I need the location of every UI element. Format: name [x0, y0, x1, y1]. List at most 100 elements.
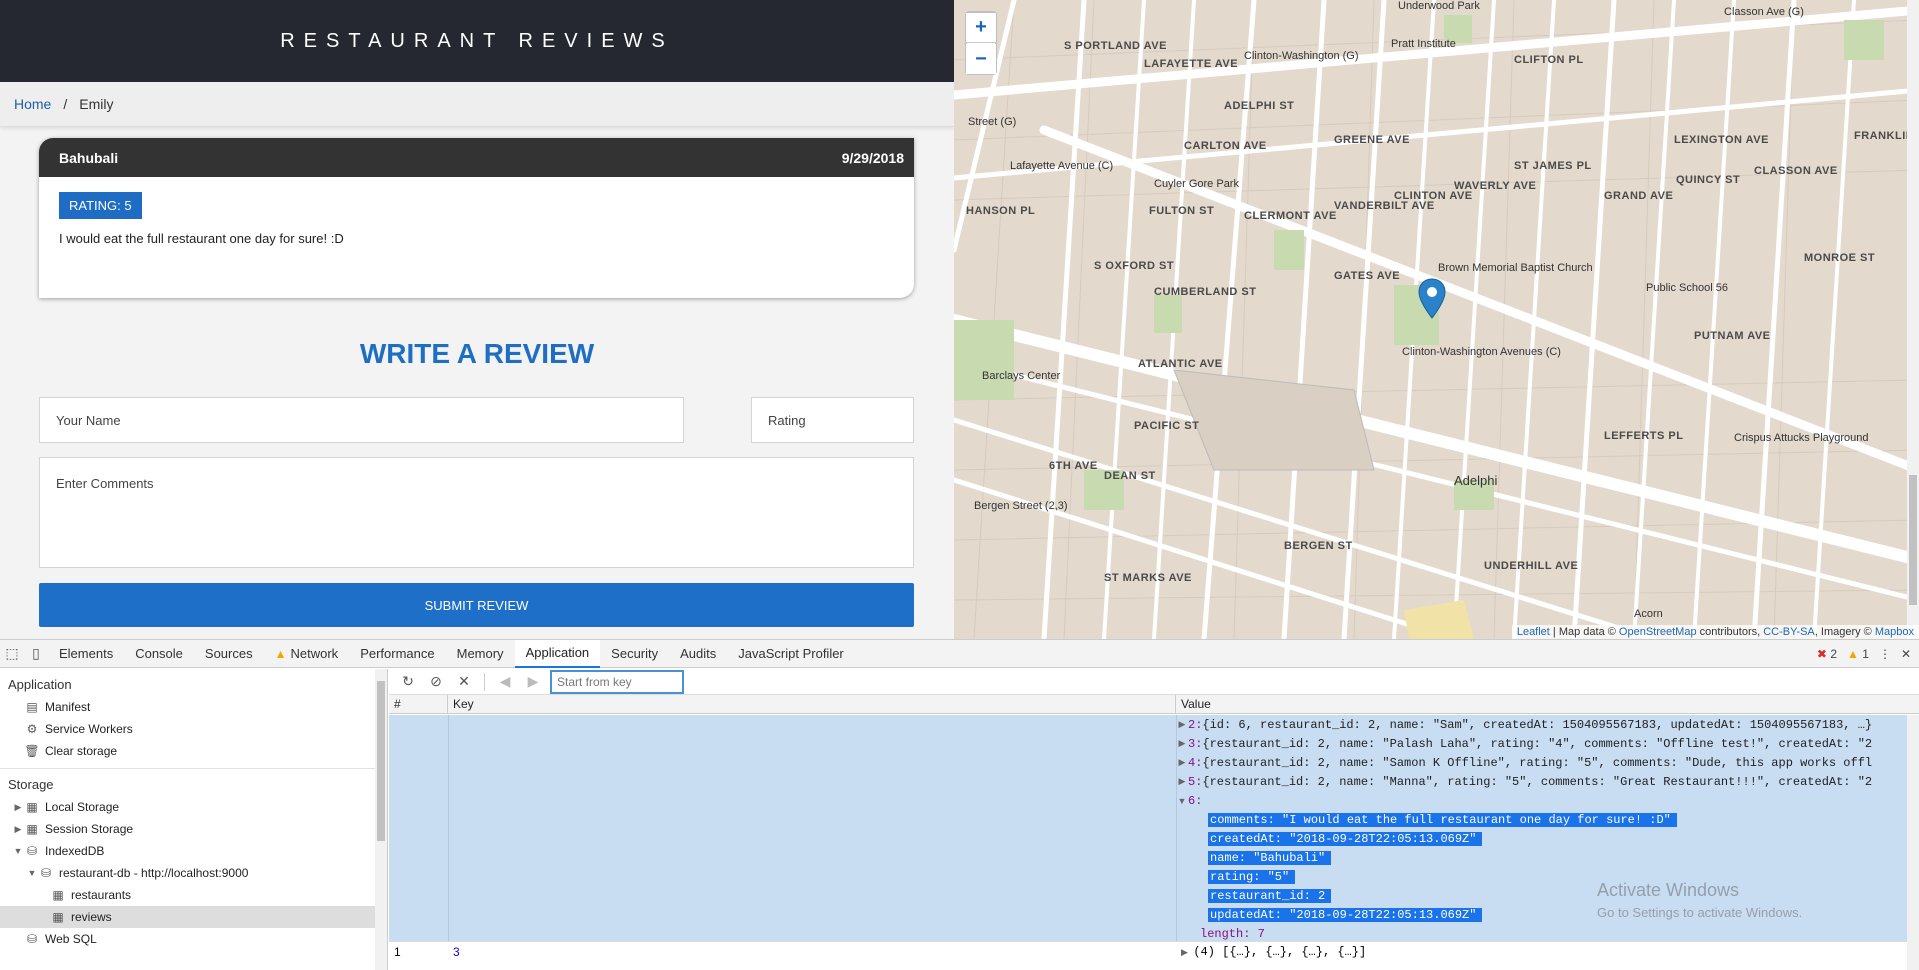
sidebar-item-indexeddb[interactable]: ▼ ⛁ IndexedDB — [0, 840, 387, 862]
tab-audits[interactable]: Audits — [669, 640, 727, 668]
sidebar-scrollbar[interactable] — [375, 669, 387, 970]
device-toolbar-icon[interactable]: ▯ — [24, 640, 48, 668]
tree-item-selected[interactable]: name: "Bahubali" — [1176, 848, 1919, 867]
sidebar-item-manifest[interactable]: ▤ Manifest — [0, 696, 387, 718]
tree-item-selected[interactable]: restaurant_id: 2 — [1176, 886, 1919, 905]
column-divider — [448, 715, 449, 941]
clear-object-store-icon[interactable]: ⊘ — [425, 671, 447, 693]
expand-arrow-icon[interactable]: ▶ — [1181, 948, 1193, 958]
selected-text: comments: "I would eat the full restaura… — [1208, 812, 1677, 827]
inspect-element-icon[interactable]: ⬚ — [0, 640, 24, 668]
tab-javascript-profiler[interactable]: JavaScript Profiler — [727, 640, 854, 668]
tab-sources[interactable]: Sources — [194, 640, 264, 668]
windows-activation-watermark: Activate Windows Go to Settings to activ… — [1597, 880, 1802, 920]
rating-input[interactable]: Rating — [751, 397, 914, 443]
sidebar-item-reviews[interactable]: ▦ reviews — [0, 906, 387, 928]
selected-text: rating: "5" — [1208, 869, 1296, 884]
expand-arrow-icon[interactable]: ▶ — [12, 802, 24, 813]
tree-item-selected[interactable]: updatedAt: "2018-09-28T22:05:13.069Z" — [1176, 905, 1919, 924]
error-count[interactable]: ✖ 2 — [1817, 647, 1837, 661]
sidebar-item-service-workers[interactable]: ⚙ Service Workers — [0, 718, 387, 740]
warning-icon: ▲ — [274, 646, 287, 661]
license-link[interactable]: CC-BY-SA — [1763, 626, 1815, 638]
tree-item[interactable]: ▶ 5: {restaurant_id: 2, name: "Manna", ra… — [1176, 772, 1919, 791]
breadcrumb-home-link[interactable]: Home — [14, 96, 51, 112]
expand-arrow-icon[interactable]: ▶ — [1176, 719, 1188, 730]
attribution-text: | Map data © — [1549, 626, 1619, 638]
scrollbar-thumb[interactable] — [1909, 475, 1917, 605]
tree-item[interactable]: ▶ 3: {restaurant_id: 2, name: "Palash Lah… — [1176, 734, 1919, 753]
more-options-icon[interactable]: ⋮ — [1879, 647, 1891, 661]
tab-security[interactable]: Security — [600, 640, 669, 668]
table-row[interactable]: 1 3 ▶ (4) [{…}, {…}, {…}, {…}] — [389, 941, 1919, 961]
leaflet-link[interactable]: Leaflet — [1517, 626, 1550, 638]
tree-item[interactable]: ▶ 2: {id: 6, restaurant_id: 2, name: "Sam… — [1176, 715, 1919, 734]
watermark-title: Activate Windows — [1597, 880, 1740, 900]
expand-arrow-icon[interactable]: ▶ — [12, 824, 24, 835]
tab-performance[interactable]: Performance — [349, 640, 445, 668]
indexeddb-view: ↻ ⊘ ✕ ◀ ▶ Start from key # Key Value ▶ 2:… — [389, 669, 1919, 970]
refresh-icon[interactable]: ↻ — [397, 671, 419, 693]
submit-review-button[interactable]: SUBMIT REVIEW — [39, 583, 914, 627]
sidebar-item-restaurant-db[interactable]: ▼ ⛁ restaurant-db - http://localhost:9000 — [0, 862, 387, 884]
collapse-arrow-icon[interactable]: ▼ — [26, 868, 38, 878]
tree-item-selected[interactable]: comments: "I would eat the full restaura… — [1176, 810, 1919, 829]
tab-console[interactable]: Console — [124, 640, 194, 668]
scrollbar-thumb[interactable] — [377, 681, 385, 841]
name-input[interactable]: Your Name — [39, 397, 684, 443]
map-attribution: Leaflet | Map data © OpenStreetMap contr… — [1511, 625, 1919, 639]
row-index: 1 — [394, 944, 401, 959]
tree-item[interactable]: ▶ 4: {restaurant_id: 2, name: "Samon K Of… — [1176, 753, 1919, 772]
street-label: CLASSON AVE — [1754, 165, 1838, 177]
previous-page-icon[interactable]: ◀ — [494, 671, 516, 693]
column-header-key[interactable]: Key — [448, 695, 1176, 713]
tab-network-label: Network — [290, 646, 339, 661]
tab-memory[interactable]: Memory — [446, 640, 515, 668]
start-from-key-input[interactable]: Start from key — [550, 669, 684, 694]
sidebar-item-local-storage[interactable]: ▶ ▦ Local Storage — [0, 796, 387, 818]
file-icon: ▤ — [26, 700, 38, 714]
street-label: HANSON PL — [966, 205, 1036, 217]
write-review-title: WRITE A REVIEW — [359, 338, 595, 369]
column-header-value[interactable]: Value — [1176, 695, 1919, 713]
tree-item[interactable]: length: 7 — [1176, 924, 1919, 941]
close-icon[interactable]: ✕ — [1901, 647, 1911, 661]
map-scrollbar[interactable] — [1907, 0, 1919, 639]
expand-arrow-icon[interactable]: ▶ — [1176, 757, 1188, 768]
tree-item-selected[interactable]: createdAt: "2018-09-28T22:05:13.069Z" — [1176, 829, 1919, 848]
map-marker-icon[interactable] — [1418, 278, 1446, 325]
street-label: S OXFORD ST — [1094, 260, 1175, 272]
tab-network[interactable]: ▲ Network — [264, 640, 350, 668]
tree-item-selected[interactable]: rating: "5" — [1176, 867, 1919, 886]
site-title[interactable]: RESTAURANT REVIEWS — [280, 30, 674, 53]
tree-item-value: {restaurant_id: 2, name: "Samon K Offlin… — [1202, 755, 1873, 770]
sidebar-item-label: Manifest — [45, 700, 91, 714]
street-label: CARLTON AVE — [1184, 140, 1267, 152]
sidebar-item-session-storage[interactable]: ▶ ▦ Session Storage — [0, 818, 387, 840]
value-tree: ▶ 2: {id: 6, restaurant_id: 2, name: "Sam… — [1176, 715, 1919, 941]
delete-selected-icon[interactable]: ✕ — [453, 671, 475, 693]
comments-textarea[interactable]: Enter Comments — [39, 457, 914, 568]
zoom-in-button[interactable]: + — [966, 13, 996, 43]
row-key: 3 — [453, 944, 460, 959]
tab-elements[interactable]: Elements — [48, 640, 124, 668]
warning-count[interactable]: ▲ 1 — [1847, 647, 1869, 661]
collapse-arrow-icon[interactable]: ▼ — [1176, 796, 1188, 806]
street-label: S PORTLAND AVE — [1064, 40, 1167, 52]
sidebar-item-label: restaurant-db - http://localhost:9000 — [59, 866, 249, 880]
expand-arrow-icon[interactable]: ▶ — [1176, 776, 1188, 787]
expand-arrow-icon[interactable]: ▶ — [1176, 738, 1188, 749]
sidebar-item-web-sql[interactable]: ⛁ Web SQL — [0, 928, 387, 950]
attribution-text: contributors, — [1696, 626, 1764, 638]
sidebar-item-restaurants[interactable]: ▦ restaurants — [0, 884, 387, 906]
openstreetmap-link[interactable]: OpenStreetMap — [1619, 626, 1697, 638]
collapse-arrow-icon[interactable]: ▼ — [12, 846, 24, 856]
zoom-out-button[interactable]: − — [966, 44, 996, 74]
data-grid-scrollbar[interactable] — [1907, 715, 1919, 970]
column-header-index[interactable]: # — [389, 695, 448, 713]
sidebar-item-clear-storage[interactable]: 🗑 Clear storage — [0, 740, 387, 762]
mapbox-link[interactable]: Mapbox — [1875, 626, 1914, 638]
next-page-icon[interactable]: ▶ — [522, 671, 544, 693]
tab-application[interactable]: Application — [514, 639, 601, 668]
tree-item[interactable]: ▼ 6: — [1176, 791, 1919, 810]
